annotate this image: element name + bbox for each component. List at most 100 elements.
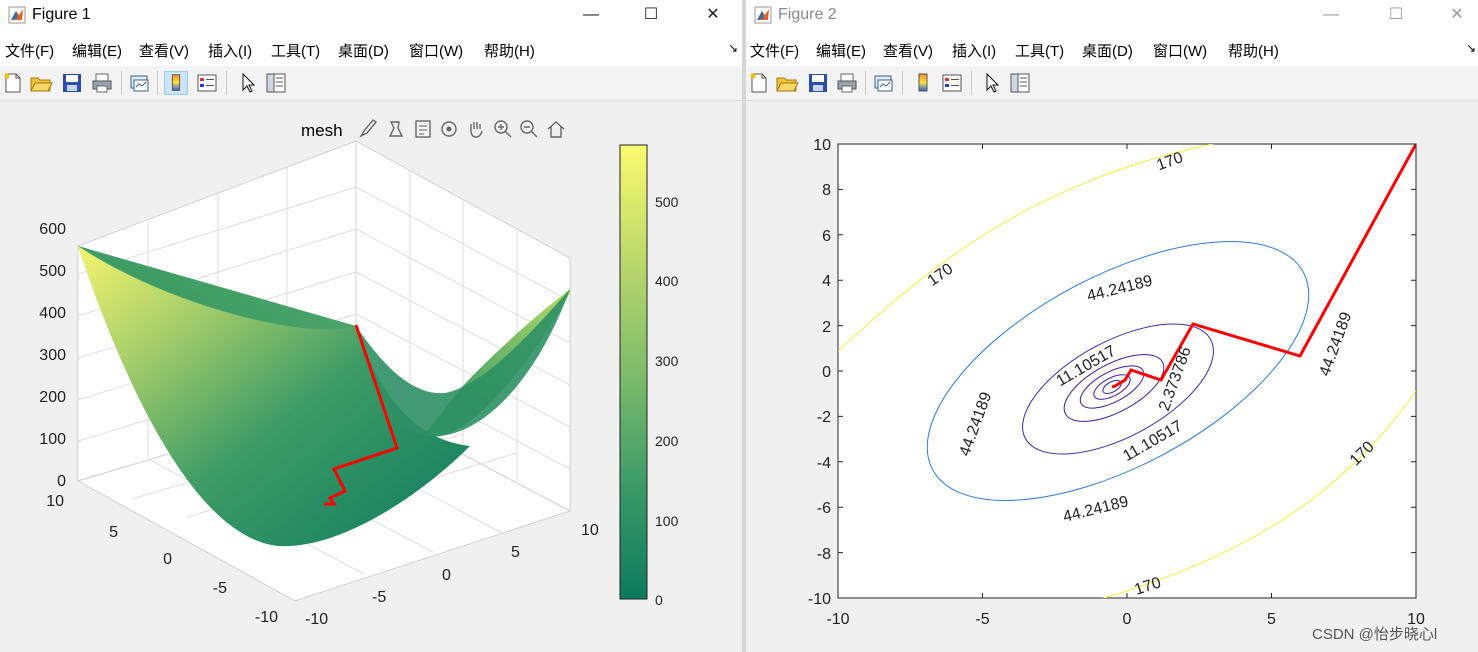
y-tick: 0 — [163, 551, 172, 568]
figure1-titlebar[interactable]: Figure 1 — ☐ ✕ — [0, 0, 742, 32]
menu-window[interactable]: 窗口(W) — [1153, 40, 1207, 61]
export-icon[interactable] — [412, 118, 434, 140]
menu-window[interactable]: 窗口(W) — [409, 40, 463, 61]
y-tick: 10 — [813, 137, 831, 154]
z-tick: 300 — [39, 347, 66, 364]
figure1-menubar: 文件(F) 编辑(E) 查看(V) 插入(I) 工具(T) 桌面(D) 窗口(W… — [0, 32, 742, 67]
edit-plot-arrow-icon[interactable] — [980, 71, 1004, 95]
menu-insert[interactable]: 插入(I) — [208, 40, 252, 61]
y-tick: 8 — [822, 182, 831, 199]
x-tick: 0 — [442, 567, 451, 584]
colorbar-tick: 200 — [655, 433, 679, 449]
window-title: Figure 2 — [778, 6, 837, 23]
zoom-out-icon[interactable] — [518, 118, 540, 140]
maximize-button[interactable]: ☐ — [1373, 0, 1419, 32]
figure2-toolbar — [746, 66, 1478, 101]
rotate-3d-icon[interactable] — [438, 118, 460, 140]
property-inspector-icon[interactable] — [1008, 71, 1032, 95]
menu-help[interactable]: 帮助(H) — [1228, 40, 1279, 61]
menu-help[interactable]: 帮助(H) — [484, 40, 535, 61]
colorbar-tick: 500 — [655, 194, 679, 210]
z-tick: 600 — [39, 221, 66, 238]
dock-arrow-icon[interactable]: ↘ — [728, 41, 738, 55]
menu-tools[interactable]: 工具(T) — [1015, 40, 1064, 61]
x-tick: 5 — [1267, 611, 1276, 628]
contour-plot: 170 170 170 170 44.24189 44.24189 44.241… — [808, 137, 1437, 643]
figure2-titlebar[interactable]: Figure 2 — ☐ ✕ — [746, 0, 1478, 32]
close-button[interactable]: ✕ — [690, 0, 736, 32]
menu-edit[interactable]: 编辑(E) — [816, 40, 866, 61]
insert-colorbar-icon[interactable] — [164, 71, 188, 95]
figure2-menubar: 文件(F) 编辑(E) 查看(V) 插入(I) 工具(T) 桌面(D) 窗口(W… — [746, 32, 1478, 67]
home-icon[interactable] — [545, 118, 567, 140]
link-plot-icon[interactable] — [872, 71, 896, 95]
open-file-icon[interactable] — [775, 71, 799, 95]
y-tick: 10 — [46, 493, 64, 510]
y-tick: 2 — [822, 319, 831, 336]
x-tick: 10 — [581, 522, 599, 539]
print-icon[interactable] — [835, 71, 859, 95]
figure2-canvas: 170 170 170 170 44.24189 44.24189 44.241… — [746, 101, 1478, 652]
z-tick: 500 — [39, 263, 66, 280]
y-tick: -2 — [817, 409, 831, 426]
window-title: Figure 1 — [32, 6, 91, 23]
open-file-icon[interactable] — [29, 71, 53, 95]
figure1-window: Figure 1 — ☐ ✕ 文件(F) 编辑(E) 查看(V) 插入(I) 工… — [0, 0, 742, 652]
colorbar[interactable] — [619, 144, 648, 600]
zoom-in-icon[interactable] — [492, 118, 514, 140]
x-tick: -10 — [305, 611, 328, 628]
menu-desktop[interactable]: 桌面(D) — [338, 40, 389, 61]
property-inspector-icon[interactable] — [264, 71, 288, 95]
x-tick: -5 — [372, 589, 386, 606]
z-tick: 100 — [39, 431, 66, 448]
edit-plot-arrow-icon[interactable] — [236, 71, 260, 95]
menu-file[interactable]: 文件(F) — [5, 40, 54, 61]
save-icon[interactable] — [60, 71, 84, 95]
pan-icon[interactable] — [465, 118, 487, 140]
menu-tools[interactable]: 工具(T) — [271, 40, 320, 61]
menu-file[interactable]: 文件(F) — [750, 40, 799, 61]
colorbar-tick: 100 — [655, 513, 679, 529]
z-tick: 200 — [39, 389, 66, 406]
x-tick: 5 — [511, 544, 520, 561]
insert-legend-icon[interactable] — [195, 71, 219, 95]
matlab-icon — [8, 6, 26, 24]
menu-view[interactable]: 查看(V) — [139, 40, 189, 61]
new-figure-icon[interactable] — [1, 71, 25, 95]
minimize-button[interactable]: — — [568, 0, 614, 32]
save-icon[interactable] — [806, 71, 830, 95]
x-tick: 0 — [1123, 611, 1132, 628]
insert-colorbar-icon[interactable] — [911, 71, 935, 95]
menu-desktop[interactable]: 桌面(D) — [1082, 40, 1133, 61]
brush-icon[interactable] — [358, 118, 380, 140]
y-tick: -4 — [817, 455, 831, 472]
figure1-toolbar — [0, 66, 742, 101]
colorbar-tick: 400 — [655, 273, 679, 289]
maximize-button[interactable]: ☐ — [628, 0, 674, 32]
figure1-canvas: 0 100 200 300 400 500 600 10 5 0 -5 -10 … — [0, 101, 742, 652]
link-plot-icon[interactable] — [128, 71, 152, 95]
menu-insert[interactable]: 插入(I) — [952, 40, 996, 61]
z-axis: 0 100 200 300 400 500 600 — [39, 221, 66, 490]
colorbar-tick: 300 — [655, 353, 679, 369]
x-tick: -5 — [975, 611, 989, 628]
y-tick: -6 — [817, 500, 831, 517]
menu-view[interactable]: 查看(V) — [883, 40, 933, 61]
new-figure-icon[interactable] — [747, 71, 771, 95]
colorbar-tick: 0 — [655, 592, 663, 608]
print-icon[interactable] — [90, 71, 114, 95]
y-tick: 6 — [822, 228, 831, 245]
y-tick: 5 — [109, 524, 118, 541]
menu-edit[interactable]: 编辑(E) — [72, 40, 122, 61]
colorbar-ticks: 0 100 200 300 400 500 — [655, 194, 679, 608]
y-tick: -5 — [213, 580, 227, 597]
y-axis: 10 8 6 4 2 0 -2 -4 -6 -8 -10 — [808, 137, 831, 608]
minimize-button[interactable]: — — [1308, 0, 1354, 32]
mesh-surface-plot: 0 100 200 300 400 500 600 10 5 0 -5 -10 … — [39, 121, 679, 628]
x-tick: -10 — [826, 611, 849, 628]
dock-arrow-icon[interactable]: ↘ — [1466, 41, 1476, 55]
close-button[interactable]: ✕ — [1434, 0, 1478, 32]
insert-legend-icon[interactable] — [940, 71, 964, 95]
data-tip-icon[interactable] — [385, 118, 407, 140]
y-tick: -10 — [808, 591, 831, 608]
